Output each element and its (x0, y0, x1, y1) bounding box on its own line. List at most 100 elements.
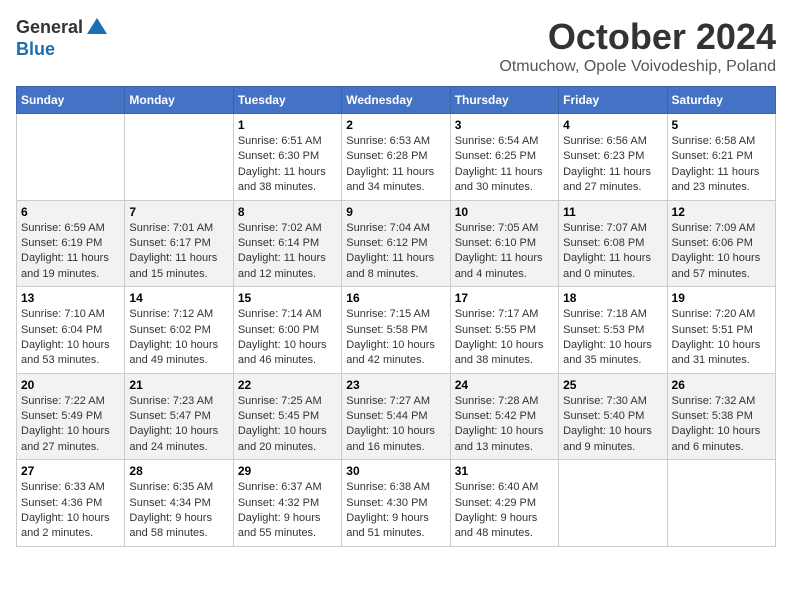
calendar-cell-0-0 (17, 114, 125, 201)
calendar-cell-4-4: 31 Sunrise: 6:40 AM Sunset: 4:29 PM Dayli… (450, 460, 558, 547)
day-number: 19 (672, 291, 771, 305)
day-number: 9 (346, 205, 445, 219)
calendar-cell-2-3: 16 Sunrise: 7:15 AM Sunset: 5:58 PM Dayli… (342, 287, 450, 374)
calendar-cell-3-1: 21 Sunrise: 7:23 AM Sunset: 5:47 PM Dayli… (125, 373, 233, 460)
day-number: 16 (346, 291, 445, 305)
day-info: Sunrise: 7:02 AM Sunset: 6:14 PM Dayligh… (238, 221, 337, 283)
day-number: 26 (672, 378, 771, 392)
calendar-cell-1-3: 9Sunrise: 7:04 AM Sunset: 6:12 PM Daylig… (342, 200, 450, 287)
calendar-cell-4-6 (667, 460, 775, 547)
calendar-cell-3-5: 25Sunrise: 7:30 AM Sunset: 5:40 PM Dayli… (559, 373, 667, 460)
day-number: 5 (672, 118, 771, 132)
calendar-cell-1-5: 11 Sunrise: 7:07 AM Sunset: 6:08 PM Dayli… (559, 200, 667, 287)
day-number: 31 (455, 464, 554, 478)
logo-general: General (16, 18, 83, 38)
day-info: Sunrise: 6:54 AM Sunset: 6:25 PM Dayligh… (455, 134, 554, 196)
day-info: Sunrise: 6:58 AM Sunset: 6:21 PM Dayligh… (672, 134, 771, 196)
day-number: 30 (346, 464, 445, 478)
calendar-cell-2-0: 13 Sunrise: 7:10 AM Sunset: 6:04 PM Dayli… (17, 287, 125, 374)
calendar-cell-3-4: 24 Sunrise: 7:28 AM Sunset: 5:42 PM Dayli… (450, 373, 558, 460)
title-section: October 2024 Otmuchow, Opole Voivodeship… (499, 16, 776, 76)
day-info: Sunrise: 7:23 AM Sunset: 5:47 PM Dayligh… (129, 394, 228, 456)
day-info: Sunrise: 6:37 AM Sunset: 4:32 PM Dayligh… (238, 480, 337, 542)
day-number: 22 (238, 378, 337, 392)
day-info: Sunrise: 7:20 AM Sunset: 5:51 PM Dayligh… (672, 307, 771, 369)
day-info: Sunrise: 7:07 AM Sunset: 6:08 PM Dayligh… (563, 221, 662, 283)
calendar-cell-1-0: 6Sunrise: 6:59 AM Sunset: 6:19 PM Daylig… (17, 200, 125, 287)
day-number: 11 (563, 205, 662, 219)
col-tuesday: Tuesday (233, 87, 341, 114)
calendar-cell-2-4: 17Sunrise: 7:17 AM Sunset: 5:55 PM Dayli… (450, 287, 558, 374)
day-number: 28 (129, 464, 228, 478)
logo-blue: Blue (16, 40, 109, 60)
calendar-cell-4-3: 30Sunrise: 6:38 AM Sunset: 4:30 PM Dayli… (342, 460, 450, 547)
col-friday: Friday (559, 87, 667, 114)
calendar-cell-2-2: 15 Sunrise: 7:14 AM Sunset: 6:00 PM Dayli… (233, 287, 341, 374)
day-info: Sunrise: 7:12 AM Sunset: 6:02 PM Dayligh… (129, 307, 228, 369)
calendar-cell-2-5: 18 Sunrise: 7:18 AM Sunset: 5:53 PM Dayli… (559, 287, 667, 374)
logo: General Blue (16, 16, 109, 60)
calendar-cell-1-6: 12 Sunrise: 7:09 AM Sunset: 6:06 PM Dayli… (667, 200, 775, 287)
day-info: Sunrise: 6:33 AM Sunset: 4:36 PM Dayligh… (21, 480, 120, 542)
logo-icon (85, 16, 109, 40)
day-info: Sunrise: 7:28 AM Sunset: 5:42 PM Dayligh… (455, 394, 554, 456)
calendar-cell-3-0: 20 Sunrise: 7:22 AM Sunset: 5:49 PM Dayli… (17, 373, 125, 460)
day-info: Sunrise: 7:05 AM Sunset: 6:10 PM Dayligh… (455, 221, 554, 283)
day-number: 24 (455, 378, 554, 392)
calendar-header-row: Sunday Monday Tuesday Wednesday Thursday… (17, 87, 776, 114)
col-wednesday: Wednesday (342, 87, 450, 114)
day-number: 4 (563, 118, 662, 132)
calendar-cell-0-5: 4Sunrise: 6:56 AM Sunset: 6:23 PM Daylig… (559, 114, 667, 201)
day-number: 20 (21, 378, 120, 392)
day-info: Sunrise: 7:17 AM Sunset: 5:55 PM Dayligh… (455, 307, 554, 369)
week-row-1: 6Sunrise: 6:59 AM Sunset: 6:19 PM Daylig… (17, 200, 776, 287)
day-number: 18 (563, 291, 662, 305)
calendar-cell-4-0: 27Sunrise: 6:33 AM Sunset: 4:36 PM Dayli… (17, 460, 125, 547)
day-number: 23 (346, 378, 445, 392)
calendar-cell-0-1 (125, 114, 233, 201)
calendar-cell-0-2: 1 Sunrise: 6:51 AM Sunset: 6:30 PM Daylig… (233, 114, 341, 201)
col-thursday: Thursday (450, 87, 558, 114)
day-number: 2 (346, 118, 445, 132)
day-info: Sunrise: 6:51 AM Sunset: 6:30 PM Dayligh… (238, 134, 337, 196)
calendar-cell-1-1: 7Sunrise: 7:01 AM Sunset: 6:17 PM Daylig… (125, 200, 233, 287)
day-number: 8 (238, 205, 337, 219)
day-info: Sunrise: 6:40 AM Sunset: 4:29 PM Dayligh… (455, 480, 554, 542)
col-sunday: Sunday (17, 87, 125, 114)
day-info: Sunrise: 7:22 AM Sunset: 5:49 PM Dayligh… (21, 394, 120, 456)
calendar-cell-4-5 (559, 460, 667, 547)
day-info: Sunrise: 7:15 AM Sunset: 5:58 PM Dayligh… (346, 307, 445, 369)
day-info: Sunrise: 7:14 AM Sunset: 6:00 PM Dayligh… (238, 307, 337, 369)
day-number: 6 (21, 205, 120, 219)
calendar-cell-0-3: 2 Sunrise: 6:53 AM Sunset: 6:28 PM Daylig… (342, 114, 450, 201)
col-monday: Monday (125, 87, 233, 114)
day-info: Sunrise: 6:35 AM Sunset: 4:34 PM Dayligh… (129, 480, 228, 542)
day-info: Sunrise: 6:53 AM Sunset: 6:28 PM Dayligh… (346, 134, 445, 196)
day-info: Sunrise: 7:18 AM Sunset: 5:53 PM Dayligh… (563, 307, 662, 369)
day-number: 13 (21, 291, 120, 305)
week-row-3: 20 Sunrise: 7:22 AM Sunset: 5:49 PM Dayli… (17, 373, 776, 460)
day-number: 25 (563, 378, 662, 392)
month-title: October 2024 (499, 16, 776, 58)
day-number: 14 (129, 291, 228, 305)
week-row-4: 27Sunrise: 6:33 AM Sunset: 4:36 PM Dayli… (17, 460, 776, 547)
calendar-cell-3-2: 22 Sunrise: 7:25 AM Sunset: 5:45 PM Dayli… (233, 373, 341, 460)
day-info: Sunrise: 7:10 AM Sunset: 6:04 PM Dayligh… (21, 307, 120, 369)
col-saturday: Saturday (667, 87, 775, 114)
day-info: Sunrise: 7:09 AM Sunset: 6:06 PM Dayligh… (672, 221, 771, 283)
day-info: Sunrise: 7:25 AM Sunset: 5:45 PM Dayligh… (238, 394, 337, 456)
calendar-cell-2-6: 19 Sunrise: 7:20 AM Sunset: 5:51 PM Dayli… (667, 287, 775, 374)
calendar-cell-4-1: 28 Sunrise: 6:35 AM Sunset: 4:34 PM Dayli… (125, 460, 233, 547)
calendar-cell-1-4: 10Sunrise: 7:05 AM Sunset: 6:10 PM Dayli… (450, 200, 558, 287)
calendar-cell-2-1: 14 Sunrise: 7:12 AM Sunset: 6:02 PM Dayli… (125, 287, 233, 374)
day-number: 21 (129, 378, 228, 392)
calendar-cell-4-2: 29Sunrise: 6:37 AM Sunset: 4:32 PM Dayli… (233, 460, 341, 547)
day-number: 15 (238, 291, 337, 305)
day-info: Sunrise: 7:27 AM Sunset: 5:44 PM Dayligh… (346, 394, 445, 456)
day-number: 12 (672, 205, 771, 219)
day-number: 1 (238, 118, 337, 132)
calendar-cell-3-3: 23 Sunrise: 7:27 AM Sunset: 5:44 PM Dayli… (342, 373, 450, 460)
calendar-cell-0-4: 3Sunrise: 6:54 AM Sunset: 6:25 PM Daylig… (450, 114, 558, 201)
location-subtitle: Otmuchow, Opole Voivodeship, Poland (499, 58, 776, 76)
page-header: General Blue October 2024 Otmuchow, Opol… (16, 16, 776, 76)
